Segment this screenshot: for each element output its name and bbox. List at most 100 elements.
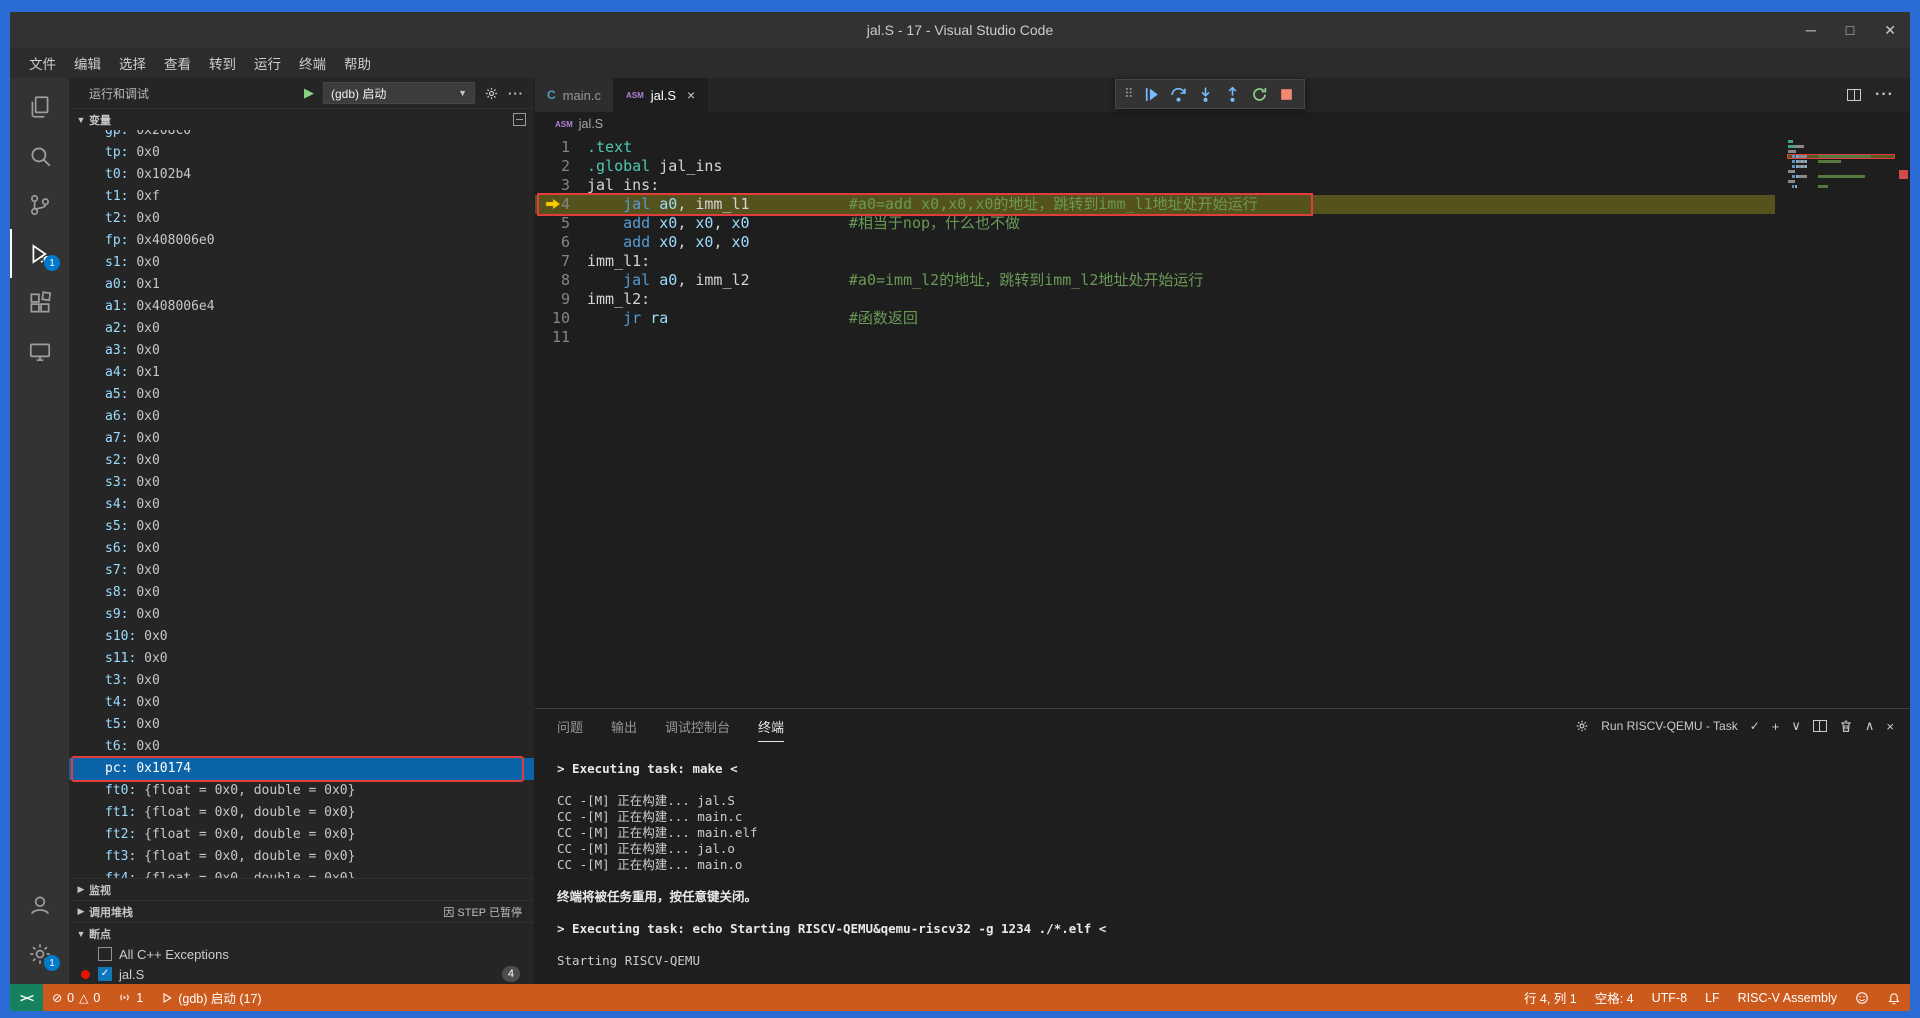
variable-row[interactable]: s11: 0x0 (69, 648, 534, 670)
restart-button[interactable] (1246, 80, 1273, 108)
variable-row[interactable]: gp: 0x208c0 (69, 130, 534, 142)
checkbox-unchecked[interactable] (98, 947, 112, 961)
launch-config-select[interactable]: (gdb) 启动 ▼ (323, 82, 475, 104)
variables-section-header[interactable]: ▼ 变量 (69, 108, 534, 130)
variable-row[interactable]: tp: 0x0 (69, 142, 534, 164)
variable-row[interactable]: ft1: {float = 0x0, double = 0x0} (69, 802, 534, 824)
new-terminal-icon[interactable]: + (1772, 719, 1780, 734)
more-actions-icon[interactable]: ··· (508, 86, 524, 101)
variable-row[interactable]: t5: 0x0 (69, 714, 534, 736)
variable-row[interactable]: a6: 0x0 (69, 406, 534, 428)
checkbox-checked[interactable]: ✓ (98, 967, 112, 981)
panel-tab[interactable]: 问题 (557, 711, 583, 742)
variable-row[interactable]: s7: 0x0 (69, 560, 534, 582)
variable-row[interactable]: s2: 0x0 (69, 450, 534, 472)
status-indentation[interactable]: 空格: 4 (1586, 984, 1643, 1011)
menu-item[interactable]: 文件 (20, 50, 65, 76)
variable-row[interactable]: a1: 0x408006e4 (69, 296, 534, 318)
menu-item[interactable]: 帮助 (335, 50, 380, 76)
variable-row[interactable]: t2: 0x0 (69, 208, 534, 230)
menu-item[interactable]: 查看 (155, 50, 200, 76)
close-tab-icon[interactable]: × (687, 87, 695, 103)
panel-tab[interactable]: 输出 (611, 711, 637, 742)
variable-row[interactable]: a5: 0x0 (69, 384, 534, 406)
variable-row[interactable]: s1: 0x0 (69, 252, 534, 274)
variable-row-pc[interactable]: pc: 0x10174 (69, 758, 534, 780)
menu-item[interactable]: 转到 (200, 50, 245, 76)
explorer-icon[interactable] (10, 82, 69, 131)
variable-row[interactable]: a7: 0x0 (69, 428, 534, 450)
close-button[interactable]: ✕ (1884, 22, 1896, 39)
extensions-icon[interactable] (10, 278, 69, 327)
status-language-mode[interactable]: RISC-V Assembly (1729, 984, 1846, 1011)
breadcrumb[interactable]: ASM jal.S (535, 112, 1910, 136)
remote-indicator[interactable]: >< (10, 984, 43, 1011)
status-cursor-position[interactable]: 行 4, 列 1 (1515, 984, 1586, 1011)
step-over-button[interactable] (1165, 80, 1192, 108)
menu-item[interactable]: 编辑 (65, 50, 110, 76)
variable-row[interactable]: a3: 0x0 (69, 340, 534, 362)
variable-row[interactable]: s6: 0x0 (69, 538, 534, 560)
menu-item[interactable]: 运行 (245, 50, 290, 76)
breakpoint-row-exceptions[interactable]: All C++ Exceptions (69, 944, 534, 964)
variable-row[interactable]: t4: 0x0 (69, 692, 534, 714)
panel-tab[interactable]: 终端 (758, 711, 784, 742)
panel-tab[interactable]: 调试控制台 (665, 711, 730, 742)
start-debugging-icon[interactable]: ▶ (304, 85, 314, 101)
variable-row[interactable]: t6: 0x0 (69, 736, 534, 758)
remote-explorer-icon[interactable] (10, 327, 69, 376)
variable-row[interactable]: s4: 0x0 (69, 494, 534, 516)
maximize-panel-icon[interactable]: ∧ (1865, 718, 1875, 734)
settings-gear-icon[interactable]: 1 (10, 929, 69, 978)
toolbar-drag-handle[interactable]: ⠿ (1120, 86, 1138, 102)
terminal-output[interactable]: > Executing task: make < CC -[M] 正在构建...… (535, 743, 1910, 984)
stop-button[interactable] (1273, 80, 1300, 108)
variable-row[interactable]: t0: 0x102b4 (69, 164, 534, 186)
breakpoints-section-header[interactable]: ▼ 断点 (69, 922, 534, 944)
watch-section-header[interactable]: ▶ 监视 (69, 878, 534, 900)
callstack-section-header[interactable]: ▶ 调用堆栈 因 STEP 已暂停 (69, 900, 534, 922)
continue-button[interactable] (1138, 80, 1165, 108)
variable-row[interactable]: a2: 0x0 (69, 318, 534, 340)
tab-main-c[interactable]: C main.c (535, 78, 614, 112)
variable-row[interactable]: s10: 0x0 (69, 626, 534, 648)
code-editor[interactable]: 1.text2.global jal_ins3jal_ins:4 jal a0,… (535, 136, 1910, 708)
status-encoding[interactable]: UTF-8 (1643, 984, 1696, 1011)
variable-row[interactable]: ft4: {float = 0x0, double = 0x0} (69, 868, 534, 878)
minimap[interactable] (1788, 140, 1894, 195)
variable-row[interactable]: s8: 0x0 (69, 582, 534, 604)
problems-indicator[interactable]: ⊘ 0 △ 0 (43, 984, 109, 1011)
debug-session-indicator[interactable]: (gdb) 启动 (17) (152, 984, 270, 1011)
split-editor-icon[interactable] (1847, 89, 1861, 101)
editor-more-actions-icon[interactable]: ··· (1875, 86, 1894, 104)
menu-item[interactable]: 终端 (290, 50, 335, 76)
breakpoint-row-jal-s[interactable]: ✓ jal.S 4 (69, 964, 534, 984)
minimize-button[interactable]: ─ (1806, 22, 1816, 38)
feedback-smiley-icon[interactable] (1846, 984, 1878, 1011)
variable-row[interactable]: t1: 0xf (69, 186, 534, 208)
variable-row[interactable]: ft0: {float = 0x0, double = 0x0} (69, 780, 534, 802)
terminal-task-label[interactable]: Run RISCV-QEMU - Task (1601, 719, 1737, 733)
collapse-all-icon[interactable] (513, 113, 526, 126)
accounts-icon[interactable] (10, 880, 69, 929)
ports-indicator[interactable]: 1 (109, 984, 152, 1011)
notifications-bell-icon[interactable] (1878, 984, 1910, 1011)
source-control-icon[interactable] (10, 180, 69, 229)
kill-terminal-icon[interactable] (1839, 719, 1853, 733)
variable-row[interactable]: s3: 0x0 (69, 472, 534, 494)
maximize-button[interactable]: □ (1846, 22, 1854, 38)
split-terminal-icon[interactable] (1813, 720, 1827, 732)
step-out-button[interactable] (1219, 80, 1246, 108)
variable-row[interactable]: fp: 0x408006e0 (69, 230, 534, 252)
variable-row[interactable]: a4: 0x1 (69, 362, 534, 384)
variable-row[interactable]: ft3: {float = 0x0, double = 0x0} (69, 846, 534, 868)
variable-row[interactable]: s9: 0x0 (69, 604, 534, 626)
status-eol[interactable]: LF (1696, 984, 1729, 1011)
variable-row[interactable]: t3: 0x0 (69, 670, 534, 692)
tab-jal-s[interactable]: ASM jal.S × (614, 78, 708, 112)
search-icon[interactable] (10, 131, 69, 180)
variable-row[interactable]: a0: 0x1 (69, 274, 534, 296)
step-into-button[interactable] (1192, 80, 1219, 108)
terminal-dropdown-icon[interactable]: ∨ (1791, 718, 1801, 734)
run-and-debug-icon[interactable]: 1 (10, 229, 69, 278)
